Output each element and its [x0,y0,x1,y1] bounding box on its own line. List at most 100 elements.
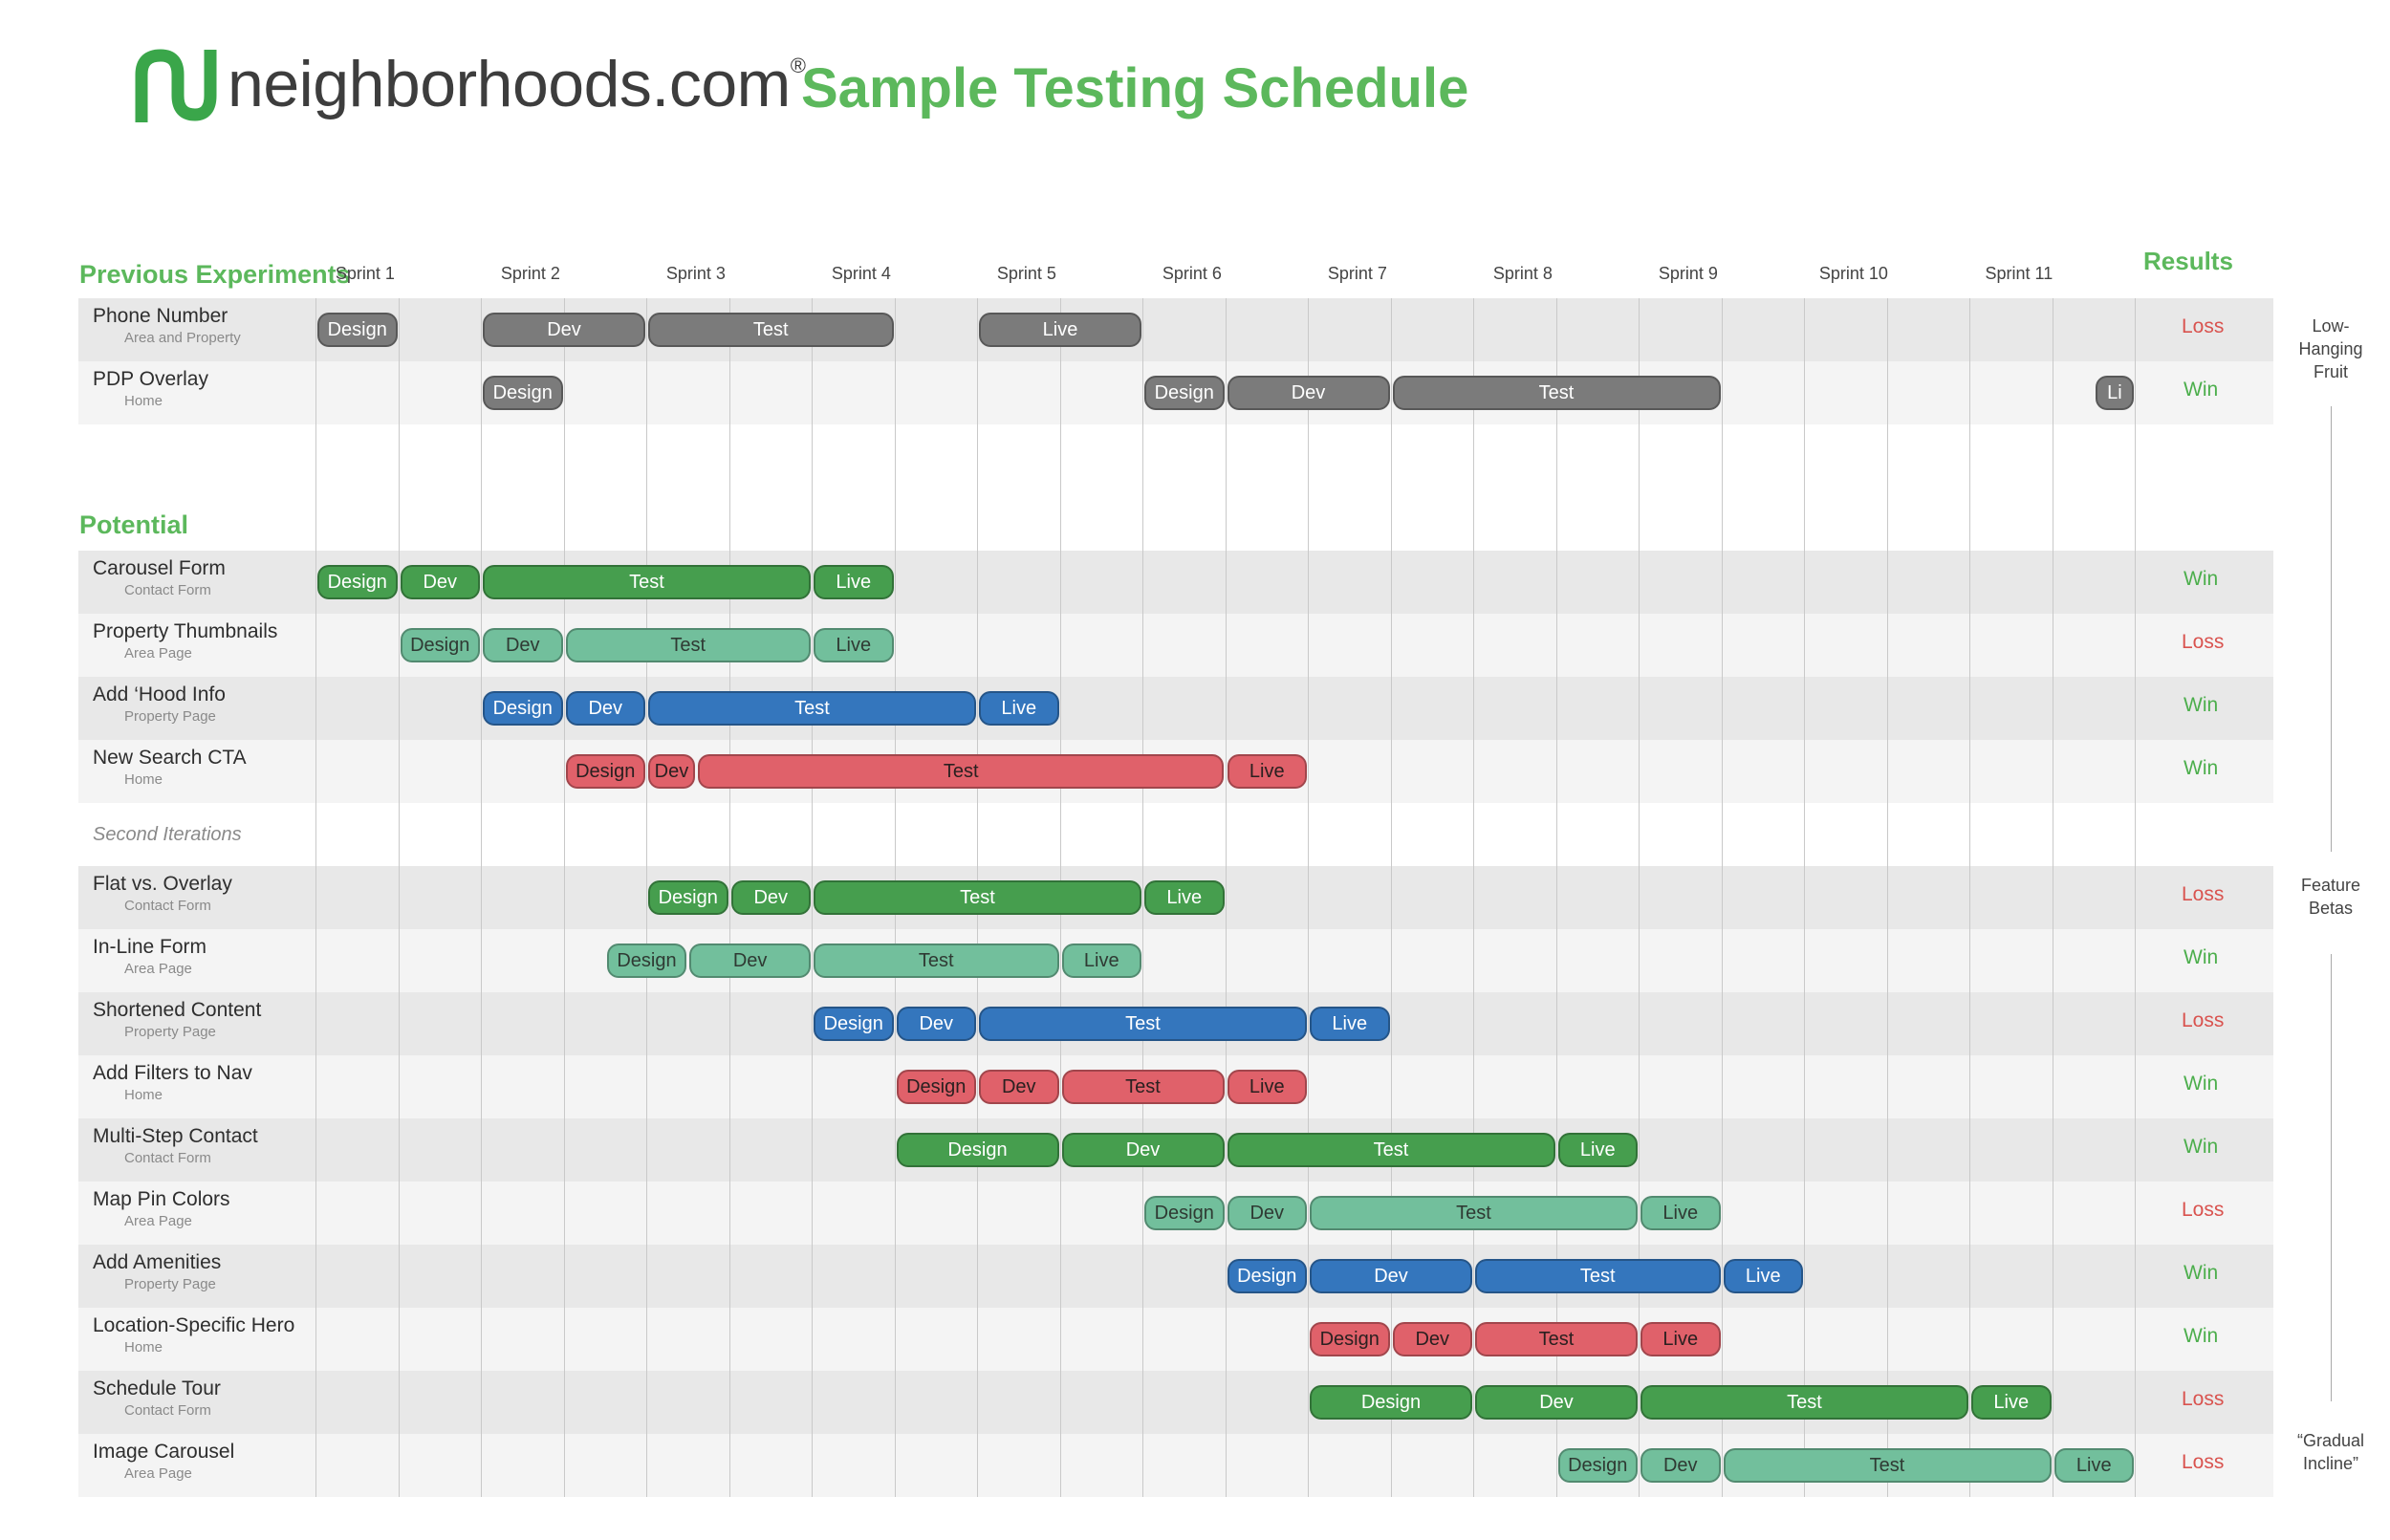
phase-bar-dev: Dev [1310,1259,1472,1293]
phase-bar-test: Test [1310,1196,1638,1230]
gridline [2135,298,2136,1497]
phase-bar-dev: Dev [565,691,645,726]
logo-text: neighborhoods.com [228,48,791,120]
phase-bar-dev: Dev [896,1007,976,1041]
gridline [1721,298,1723,1497]
sprint-label: Sprint 1 [335,264,395,283]
phase-bar-test: Test [697,754,1225,789]
experiment-page-type: Property Page [124,708,216,725]
gridline [1886,298,1888,1497]
phase-bar-test: Test [814,944,1059,978]
phase-bar-test: Test [565,628,811,662]
row-background [78,1245,2273,1308]
gridline [1804,298,1805,1497]
second-iterations-label: Second Iterations [93,824,242,845]
row-background [78,1308,2273,1371]
experiment-name: Map Pin Colors [93,1188,230,1210]
result-value: Loss [2182,883,2225,905]
experiment-page-type: Home [124,771,163,788]
sprint-label: Sprint 8 [1492,264,1553,283]
experiment-name: New Search CTA [93,747,247,769]
experiment-name: Location-Specific Hero [93,1314,295,1336]
gradual-incline-note: “Gradual Incline” [2296,1431,2365,1473]
phase-bar-design: Design [814,1007,894,1041]
gridline [1639,298,1640,1497]
phase-bar-live: Live [1723,1259,1803,1293]
phase-bar-design: Design [1144,376,1225,410]
gridline [1969,298,1970,1497]
sprint-label: Sprint 3 [665,264,726,283]
sprint-label: Sprint 10 [1818,264,1888,283]
gridline [1555,298,1557,1497]
result-value: Win [2184,694,2219,716]
result-value: Win [2184,1262,2219,1284]
experiment-name: Add Amenities [93,1251,222,1273]
experiment-name: Property Thumbnails [93,620,278,642]
feature-betas-note: Feature Betas [2300,876,2361,918]
experiment-page-type: Area Page [124,1465,192,1482]
experiment-page-type: Home [124,1087,163,1103]
phase-bar-dev: Dev [1475,1385,1638,1420]
results-heading: Results [2143,247,2233,275]
phase-bar-dev: Dev [730,880,811,915]
phase-bar-live: Live [2053,1448,2134,1483]
sprint-label: Sprint 11 [1985,264,2053,283]
phase-bar-design: Design [606,944,687,978]
phase-bar-dev: Dev [1227,1196,1307,1230]
page-title: Sample Testing Schedule [801,57,1469,119]
phase-bar-design: Design [565,754,645,789]
phase-bar-dev: Dev [483,628,563,662]
experiment-page-type: Contact Form [124,582,211,598]
phase-bar-live: Live [1557,1133,1638,1167]
phase-bar-test: Test [1392,376,1721,410]
logo-wordmark: neighborhoods.com® [228,52,806,117]
experiment-name: PDP Overlay [93,368,208,390]
result-value: Win [2184,1073,2219,1095]
experiment-page-type: Home [124,393,163,409]
gridline [646,298,647,1497]
phase-bar-design: Design [317,565,398,599]
note-separator [2331,406,2332,852]
sprint-label: Sprint 6 [1162,264,1222,283]
schedule-canvas: neighborhoods.com® Sample Testing Schedu… [0,0,2390,1540]
phase-bar-design: Design [1557,1448,1638,1483]
phase-bar-dev: Dev [1227,376,1390,410]
phase-bar-dev: Dev [1061,1133,1225,1167]
phase-bar-live: Live [1971,1385,2052,1420]
result-value: Win [2184,379,2219,401]
gridline [812,298,813,1497]
gridline [481,298,482,1497]
row-background [78,677,2273,740]
experiment-page-type: Property Page [124,1024,216,1040]
sprint-label: Sprint 4 [831,264,891,283]
phase-bar-test: Test [979,1007,1307,1041]
low-hanging-fruit-note: Low- Hanging Fruit [2298,316,2363,381]
phase-bar-design: Design [483,691,563,726]
result-value: Loss [2182,1009,2225,1031]
phase-bar-live: Live [814,565,894,599]
experiment-page-type: Property Page [124,1276,216,1292]
phase-bar-test: Test [483,565,811,599]
experiment-name: Add Filters to Nav [93,1062,252,1084]
phase-bar-dev: Dev [689,944,811,978]
experiment-name: Flat vs. Overlay [93,873,232,895]
experiment-name: Multi-Step Contact [93,1125,258,1147]
phase-bar-dev: Dev [1392,1322,1472,1356]
phase-bar-design: Design [896,1070,976,1104]
experiment-name: Schedule Tour [93,1377,221,1399]
phase-bar-live: Live [1227,1070,1307,1104]
phase-bar-dev: Dev [400,565,480,599]
phase-bar-dev: Dev [648,754,695,789]
result-value: Loss [2182,315,2225,337]
experiment-name: Image Carousel [93,1441,235,1463]
phase-bar-test: Test [648,313,894,347]
phase-bar-design: Design [317,313,398,347]
phase-bar-design: Design [400,628,480,662]
phase-bar-live: Live [1640,1322,1721,1356]
sprint-label: Sprint 2 [500,264,560,283]
phase-bar-design: Design [483,376,563,410]
phase-bar-dev: Dev [1640,1448,1721,1483]
gridline [1142,298,1143,1497]
experiment-name: Carousel Form [93,557,226,579]
phase-bar-design: Design [896,1133,1059,1167]
